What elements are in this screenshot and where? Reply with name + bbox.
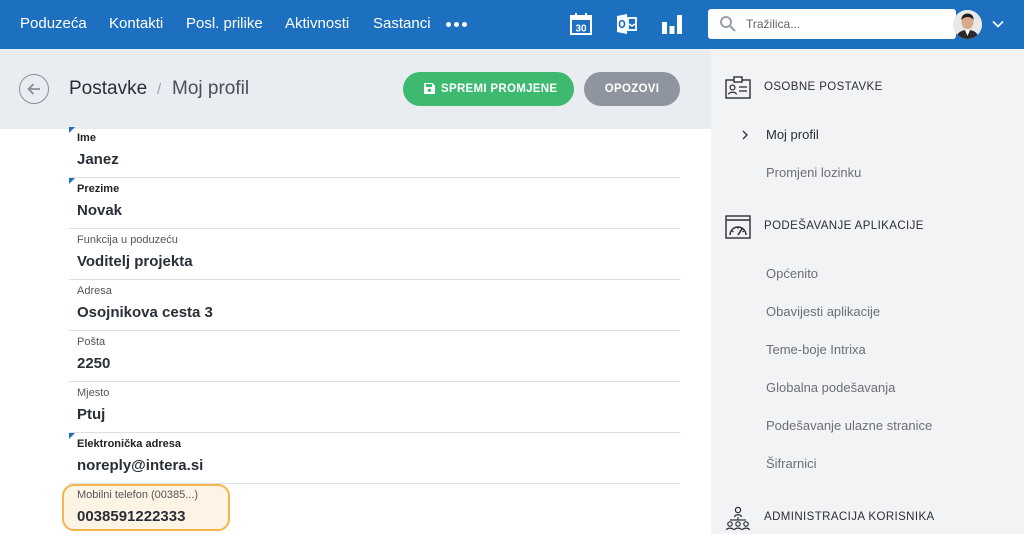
menu-item-promjeni-lozinku[interactable]: Promjeni lozinku xyxy=(711,158,1024,188)
avatar[interactable] xyxy=(953,10,982,39)
menu-item-ulazna-stranica[interactable]: Podešavanje ulazne stranice xyxy=(711,411,1024,441)
menu-item-moj-profil[interactable]: Moj profil xyxy=(711,120,1024,150)
menu-item-sifrarnici[interactable]: Šifrarnici xyxy=(711,449,1024,479)
required-marker xyxy=(69,433,75,439)
settings-sidebar: OSOBNE POSTAVKE Moj profil Promjeni lozi… xyxy=(711,49,1024,534)
field-label: Elektronička adresa xyxy=(77,438,181,450)
nav-item-poduzeca[interactable]: Poduzeća xyxy=(20,15,87,32)
arrow-left-icon xyxy=(27,83,40,95)
field-label: Funkcija u poduzeću xyxy=(77,234,178,246)
menu-item-label: Podešavanje ulazne stranice xyxy=(766,418,933,433)
field-value[interactable]: 0038591222333 xyxy=(77,508,185,525)
field-first-name[interactable]: Ime Janez xyxy=(69,127,680,178)
section-title: PODEŠAVANJE APLIKACIJE xyxy=(764,220,924,232)
section-title: OSOBNE POSTAVKE xyxy=(764,81,883,93)
section-app-settings: PODEŠAVANJE APLIKACIJE xyxy=(711,207,1024,247)
required-marker xyxy=(69,127,75,133)
id-card-icon xyxy=(725,76,751,99)
field-mobile-phone[interactable]: Mobilni telefon (00385...) 0038591222333 xyxy=(69,484,680,534)
field-value[interactable]: Osojnikova cesta 3 xyxy=(77,304,213,321)
nav-item-kontakti[interactable]: Kontakti xyxy=(109,15,163,32)
calendar-day-text: 30 xyxy=(575,24,587,35)
menu-item-opcenito[interactable]: Općenito xyxy=(711,259,1024,289)
cancel-button[interactable]: OPOZOVI xyxy=(584,72,680,106)
menu-item-label: Promjeni lozinku xyxy=(766,165,862,180)
field-job-title[interactable]: Funkcija u poduzeću Voditelj projekta xyxy=(69,229,680,280)
chevron-right-icon xyxy=(742,130,748,140)
page-header: Postavke / Moj profil SPREMI PROMJENE OP… xyxy=(0,49,711,129)
breadcrumb-settings[interactable]: Postavke xyxy=(69,78,147,100)
search-box[interactable] xyxy=(708,9,956,39)
app-gauge-icon xyxy=(725,215,751,239)
field-label: Mobilni telefon (00385...) xyxy=(77,489,199,501)
section-title: ADMINISTRACIJA KORISNIKA xyxy=(764,511,935,523)
field-label: Mjesto xyxy=(77,387,110,399)
search-icon xyxy=(720,16,736,32)
field-value[interactable]: Novak xyxy=(77,202,122,219)
top-navigation-bar: Poduzeća Kontakti Posl. prilike Aktivnos… xyxy=(0,0,1024,49)
nav-item-aktivnosti[interactable]: Aktivnosti xyxy=(285,15,349,32)
search-input[interactable] xyxy=(746,14,946,34)
section-personal-settings: OSOBNE POSTAVKE xyxy=(711,68,1024,108)
bar-chart-icon[interactable] xyxy=(660,12,684,36)
users-hierarchy-icon xyxy=(725,506,751,531)
field-label: Pošta xyxy=(77,336,106,348)
field-value[interactable]: noreply@intera.si xyxy=(77,457,203,474)
nav-item-posl-prilike[interactable]: Posl. prilike xyxy=(186,15,263,32)
chevron-down-icon[interactable] xyxy=(991,17,1005,31)
outlook-sync-icon[interactable] xyxy=(614,12,638,36)
save-changes-button[interactable]: SPREMI PROMJENE xyxy=(403,72,574,106)
nav-item-sastanci[interactable]: Sastanci xyxy=(373,15,431,32)
field-value[interactable]: Janez xyxy=(77,151,119,168)
calendar-icon[interactable]: 30 xyxy=(569,12,593,36)
menu-item-label: Šifrarnici xyxy=(766,456,817,471)
menu-item-globalna-podesavanja[interactable]: Globalna podešavanja xyxy=(711,373,1024,403)
field-address[interactable]: Adresa Osojnikova cesta 3 xyxy=(69,280,680,331)
save-disk-icon xyxy=(424,83,435,94)
field-label: Adresa xyxy=(77,285,112,297)
field-email[interactable]: Elektronička adresa noreply@intera.si xyxy=(69,433,680,484)
back-button[interactable] xyxy=(19,74,49,104)
field-label: Ime xyxy=(77,132,96,144)
menu-item-label: Moj profil xyxy=(766,127,819,142)
field-value[interactable]: Voditelj projekta xyxy=(77,253,193,270)
field-label: Prezime xyxy=(77,183,120,195)
required-marker xyxy=(69,178,75,184)
field-last-name[interactable]: Prezime Novak xyxy=(69,178,680,229)
field-city[interactable]: Mjesto Ptuj xyxy=(69,382,680,433)
menu-item-obavijesti-aplikacije[interactable]: Obavijesti aplikacije xyxy=(711,297,1024,327)
save-button-label: SPREMI PROMJENE xyxy=(441,83,558,95)
section-user-administration: ADMINISTRACIJA KORISNIKA xyxy=(711,498,1024,534)
cancel-button-label: OPOZOVI xyxy=(604,83,660,95)
field-postal-code[interactable]: Pošta 2250 xyxy=(69,331,680,382)
menu-item-label: Općenito xyxy=(766,266,819,281)
field-value[interactable]: Ptuj xyxy=(77,406,105,423)
page-title: Moj profil xyxy=(172,78,250,99)
field-value[interactable]: 2250 xyxy=(77,355,110,372)
menu-item-label: Globalna podešavanja xyxy=(766,380,896,395)
menu-item-label: Obavijesti aplikacije xyxy=(766,304,881,319)
breadcrumb-separator: / xyxy=(157,81,162,98)
more-dots-icon[interactable] xyxy=(446,14,472,34)
menu-item-teme-boje[interactable]: Teme-boje Intrixa xyxy=(711,335,1024,365)
menu-item-label: Teme-boje Intrixa xyxy=(766,342,866,357)
